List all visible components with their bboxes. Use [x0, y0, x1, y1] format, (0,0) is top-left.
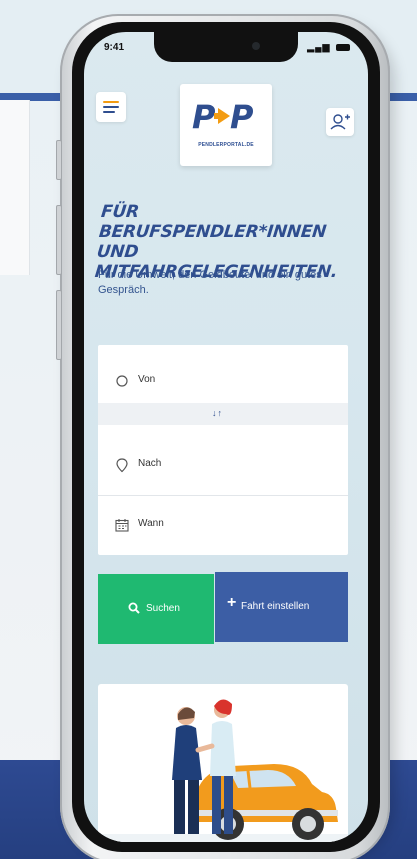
search-button[interactable]: Suchen [98, 574, 214, 644]
hero-illustration [98, 684, 348, 842]
battery-icon [336, 44, 350, 52]
search-button-label: Suchen [146, 603, 180, 614]
circle-icon [116, 375, 128, 387]
add-user-button[interactable] [326, 108, 354, 136]
ride-search-form: Von ↓↑ Nach Wann [98, 345, 348, 555]
background-side-panel [0, 100, 30, 275]
camera-dot [252, 42, 260, 50]
logo-subtitle: PENDLERPORTAL.DE [198, 142, 254, 148]
when-label: Wann [138, 518, 164, 529]
to-label: Nach [138, 458, 162, 469]
calendar-icon [115, 519, 129, 532]
search-icon [128, 602, 140, 614]
logo[interactable]: P P PENDLERPORTAL.DE [180, 84, 272, 166]
from-label: Von [138, 374, 156, 385]
couple-car-illustration [98, 699, 348, 842]
menu-button[interactable] [96, 92, 126, 122]
offer-ride-button-label: Fahrt einstellen [241, 601, 310, 612]
user-add-icon [330, 114, 350, 130]
offer-ride-button[interactable]: + Fahrt einstellen [215, 572, 348, 642]
phone-volume-down [56, 290, 62, 360]
swap-button[interactable]: ↓↑ [98, 403, 348, 425]
from-field[interactable]: Von [98, 359, 348, 403]
logo-mark-icon: P P [192, 98, 254, 136]
swap-arrows-icon: ↓↑ [212, 408, 223, 418]
to-field[interactable]: Nach [98, 443, 348, 487]
phone-notch [154, 32, 298, 62]
svg-text:P: P [230, 98, 254, 136]
status-time: 9:41 [104, 42, 125, 53]
location-pin-icon [116, 458, 128, 473]
phone-screen: 9:41 ▂▄▆ P P PENDLERPORTAL.DE FÜR BERUFS… [84, 32, 368, 842]
form-divider [98, 495, 348, 496]
when-field[interactable]: Wann [98, 503, 348, 547]
svg-text:P: P [192, 98, 216, 136]
phone-mute-switch [56, 140, 62, 180]
signal-icon: ▂▄▆ [307, 42, 331, 52]
status-icons: ▂▄▆ [307, 42, 350, 53]
phone-volume-up [56, 205, 62, 275]
hero-subtitle: Für die Umwelt, den Geldbeutel und ein g… [98, 269, 322, 296]
plus-icon: + [227, 594, 237, 611]
